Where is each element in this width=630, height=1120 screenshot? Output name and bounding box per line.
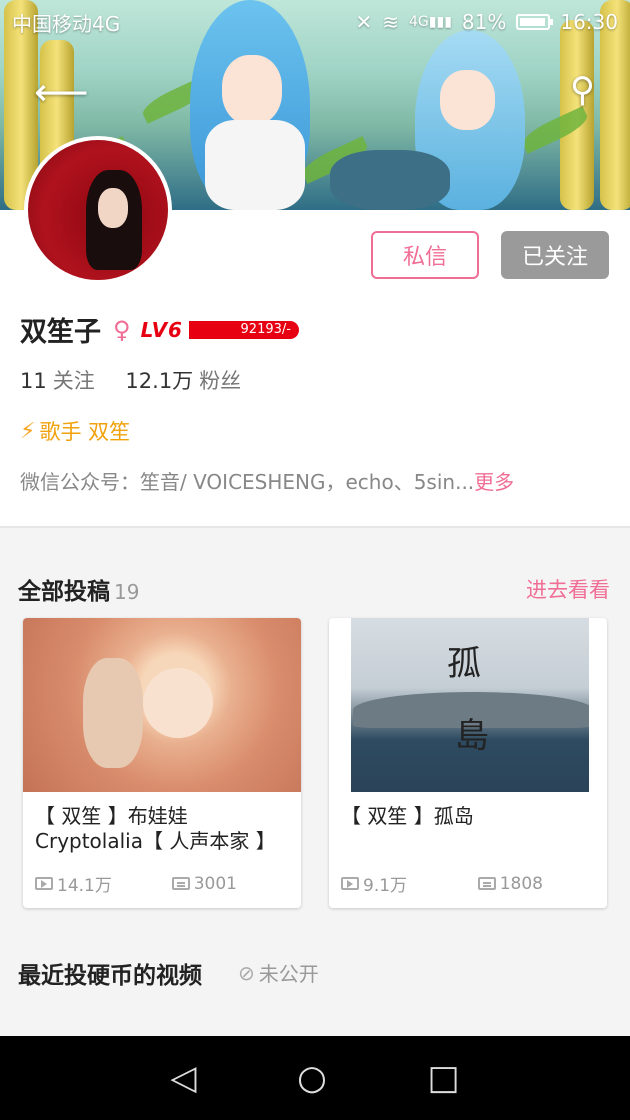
carrier-text: 中国移动4G bbox=[12, 11, 121, 36]
cover-text: 島 bbox=[455, 716, 489, 756]
cover-text: 孤 bbox=[447, 644, 481, 684]
back-arrow-icon[interactable]: ⟵ bbox=[34, 70, 88, 114]
play-count-value: 9.1万 bbox=[363, 876, 408, 896]
video-thumbnail[interactable]: 孤 島 bbox=[329, 618, 607, 792]
female-icon: ♀ bbox=[113, 315, 131, 344]
description-text: 微信公众号：笙音/ VOICESHENG，echo、5sin... bbox=[20, 470, 475, 494]
coin-videos-title: 最近投硬币的视频 bbox=[18, 963, 202, 989]
play-count: 14.1万 bbox=[35, 871, 112, 896]
fans-count[interactable]: 12.1万 bbox=[125, 369, 193, 393]
experience-value: 92193/- bbox=[240, 322, 291, 337]
mute-icon: ✕ bbox=[355, 10, 373, 34]
signal-icon: 4G▮▮▮ bbox=[409, 14, 452, 30]
video-title[interactable]: 【 双笙 】孤岛 bbox=[341, 804, 599, 829]
fans-label[interactable]: 粉丝 bbox=[199, 369, 241, 393]
system-nav-bar: ◁ ○ □ bbox=[0, 1036, 630, 1120]
private-indicator: ⊘ 未公开 bbox=[238, 958, 319, 987]
nav-home-icon[interactable]: ○ bbox=[297, 1058, 327, 1098]
message-button[interactable]: 私信 bbox=[371, 231, 479, 279]
play-icon bbox=[341, 877, 359, 890]
name-row: 双笙子 ♀ LV6 92193/- bbox=[20, 310, 299, 349]
play-icon bbox=[35, 877, 53, 890]
verification-text: 歌手 双笙 bbox=[39, 420, 131, 444]
video-meta: 14.1万 3001 bbox=[35, 871, 293, 896]
submissions-title-text: 全部投稿 bbox=[18, 579, 110, 605]
battery-percent: 81% bbox=[461, 10, 507, 34]
danmaku-icon bbox=[477, 877, 496, 890]
level-badge: LV6 bbox=[140, 317, 183, 342]
verification-row: ⚡ 歌手 双笙 bbox=[20, 416, 130, 446]
user-name: 双笙子 bbox=[20, 317, 101, 348]
network-type: 4G bbox=[409, 14, 429, 30]
view-all-link[interactable]: 进去看看 bbox=[526, 574, 610, 604]
video-card[interactable]: 【 双笙 】布娃娃 Cryptolalia【 人声本家 】 14.1万 3001 bbox=[23, 618, 301, 908]
submissions-title: 全部投稿 19 bbox=[18, 572, 139, 606]
video-title[interactable]: 【 双笙 】布娃娃 Cryptolalia【 人声本家 】 bbox=[35, 804, 293, 854]
following-label[interactable]: 关注 bbox=[53, 369, 95, 393]
danmaku-count: 1808 bbox=[477, 871, 543, 896]
clock: 16:30 bbox=[560, 10, 618, 34]
status-bar: 中国移动4G ✕ ≋ 4G▮▮▮ 81% 16:30 bbox=[0, 0, 630, 44]
danmaku-count-value: 3001 bbox=[193, 873, 237, 894]
followed-button[interactable]: 已关注 bbox=[501, 231, 609, 279]
battery-icon bbox=[516, 14, 554, 30]
following-count[interactable]: 11 bbox=[20, 369, 47, 393]
follow-stats: 11 关注 12.1万 粉丝 bbox=[20, 365, 241, 395]
danmaku-icon bbox=[171, 877, 190, 890]
experience-bar: 92193/- bbox=[188, 320, 299, 339]
private-label: 未公开 bbox=[258, 962, 319, 986]
section-divider bbox=[0, 526, 630, 528]
danmaku-count: 3001 bbox=[171, 871, 237, 896]
search-icon[interactable]: ⚲ bbox=[570, 70, 595, 110]
profile-description: 微信公众号：笙音/ VOICESHENG，echo、5sin...更多 bbox=[20, 466, 514, 495]
video-thumbnail[interactable] bbox=[23, 618, 301, 792]
lightning-icon: ⚡ bbox=[20, 418, 36, 444]
video-meta: 9.1万 1808 bbox=[341, 871, 599, 896]
submissions-count: 19 bbox=[114, 580, 140, 604]
video-card[interactable]: 孤 島 【 双笙 】孤岛 9.1万 1808 bbox=[329, 618, 607, 908]
nav-recents-icon[interactable]: □ bbox=[428, 1058, 460, 1098]
wifi-icon: ≋ bbox=[382, 10, 400, 34]
avatar[interactable] bbox=[24, 136, 172, 284]
danmaku-count-value: 1808 bbox=[499, 873, 543, 894]
nav-back-icon[interactable]: ◁ bbox=[170, 1058, 196, 1098]
hidden-eye-icon: ⊘ bbox=[238, 960, 255, 985]
play-count: 9.1万 bbox=[341, 871, 407, 896]
more-link[interactable]: 更多 bbox=[474, 470, 514, 494]
play-count-value: 14.1万 bbox=[57, 876, 112, 896]
